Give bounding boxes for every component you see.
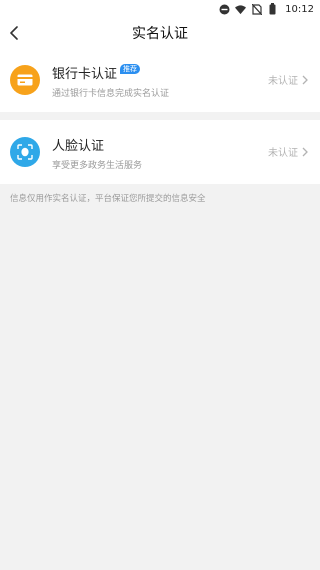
privacy-note: 信息仅用作实名认证，平台保证您所提交的信息安全	[10, 194, 206, 204]
page-title: 实名认证	[132, 26, 188, 42]
face-scan-icon	[10, 137, 40, 167]
bank-card-title-text: 银行卡认证	[52, 67, 118, 82]
bank-card-subtitle: 通过银行卡信息完成实名认证	[52, 89, 170, 99]
bank-card-verification-item[interactable]: 银行卡认证 推荐 通过银行卡信息完成实名认证 未认证	[0, 48, 320, 112]
bank-card-status: 未认证	[268, 72, 308, 87]
face-subtitle: 享受更多政务生活服务	[52, 161, 143, 171]
back-button[interactable]	[4, 22, 26, 44]
face-title-text: 人脸认证	[52, 139, 105, 154]
status-bar: 10:12	[0, 0, 320, 18]
bank-card-title: 银行卡认证 推荐	[52, 63, 141, 82]
face-status-text: 未认证	[268, 148, 298, 159]
chevron-right-icon	[302, 75, 308, 85]
wifi-icon	[235, 4, 247, 15]
face-title: 人脸认证	[52, 135, 104, 154]
bank-card-status-text: 未认证	[268, 76, 298, 87]
title-bar: 实名认证	[0, 18, 320, 48]
battery-icon	[267, 3, 278, 15]
no-sim-icon	[251, 3, 262, 15]
face-verification-item[interactable]: 人脸认证 享受更多政务生活服务 未认证	[0, 120, 320, 184]
status-time: 10:12	[285, 3, 314, 15]
dnd-icon	[219, 4, 230, 15]
recommend-badge: 推荐	[120, 63, 141, 74]
face-status: 未认证	[268, 144, 308, 159]
chevron-right-icon	[302, 147, 308, 157]
bank-card-icon	[10, 65, 40, 95]
chevron-left-icon	[10, 26, 18, 40]
